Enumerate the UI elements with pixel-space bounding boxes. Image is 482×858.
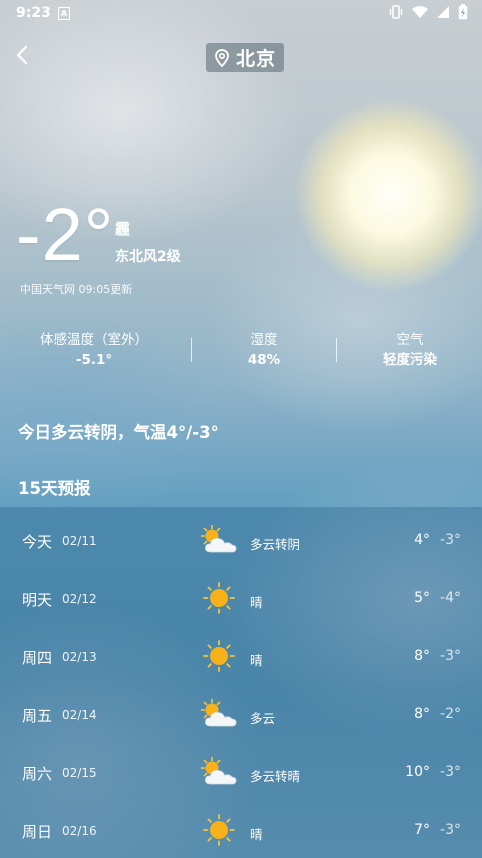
sunny-icon [203,814,235,846]
update-info: 中国天气网 09:05更新 [20,283,133,296]
forecast-high: 10° [405,764,430,780]
forecast-row[interactable]: 今天 02/11 多云转阴 4° -3° [0,511,482,569]
weather-screen: 9:23 A 北京 -2° 霾 东北风2级 中国天气网 09:05更新 体感温度… [0,0,482,858]
forecast-day: 周六 [22,765,53,783]
forecast-list: 今天 02/11 多云转阴 4° -3° 明天 02/12 晴 5° -4° 周… [0,507,482,858]
current-temperature: -2° [16,193,115,276]
current-condition: 霾 [115,220,131,238]
sun-glow-decoration [296,100,482,290]
forecast-title: 15天预报 [18,479,91,498]
location-selector[interactable]: 北京 [206,43,285,72]
forecast-low: -3° [440,822,461,838]
daily-summary: 今日多云转阴，气温4°/-3° [18,423,219,442]
forecast-high: 5° [414,590,430,606]
detail-value: -5.1° [75,352,113,368]
detail-label: 体感温度（室外） [40,332,148,348]
detail-divider [336,338,337,362]
forecast-date: 02/13 [62,650,97,664]
back-button[interactable] [10,40,38,70]
vibrate-icon [389,5,403,19]
forecast-low: -3° [440,648,461,664]
detail-label: 湿度 [250,332,278,348]
notification-icon: A [58,7,70,20]
forecast-date: 02/16 [62,824,97,838]
forecast-day: 周四 [22,649,53,667]
cell-signal-icon [437,6,449,18]
detail-label: 空气 [396,332,424,348]
chevron-left-icon [16,45,28,65]
detail-humidity: 湿度 48% [214,330,314,370]
forecast-date: 02/14 [62,708,97,722]
sunny-icon [203,640,235,672]
details-row: 体感温度（室外） -5.1° 湿度 48% 空气 轻度污染 [0,330,482,374]
forecast-row[interactable]: 明天 02/12 晴 5° -4° [0,569,482,627]
forecast-low: -2° [440,706,461,722]
forecast-day: 周五 [22,707,53,725]
status-icons [388,4,468,20]
detail-value: 48% [247,352,281,368]
forecast-row[interactable]: 周五 02/14 多云 8° -2° [0,685,482,743]
forecast-date: 02/15 [62,766,97,780]
forecast-day: 周日 [22,823,53,841]
status-time: 9:23 [16,5,51,21]
forecast-high: 8° [414,706,430,722]
partly-cloudy-icon [200,756,237,785]
forecast-high: 7° [414,822,430,838]
forecast-row[interactable]: 周六 02/15 多云转晴 10° -3° [0,743,482,801]
detail-feels-like: 体感温度（室外） -5.1° [24,330,164,370]
forecast-day: 今天 [22,533,53,551]
forecast-date: 02/12 [62,592,97,606]
detail-air-quality: 空气 轻度污染 [360,330,460,370]
forecast-high: 4° [414,532,430,548]
city-name: 北京 [236,48,277,70]
forecast-row[interactable]: 周日 02/16 晴 7° -3° [0,801,482,858]
forecast-condition: 多云转晴 [250,769,301,784]
forecast-low: -3° [440,532,461,548]
forecast-row[interactable]: 周四 02/13 晴 8° -3° [0,627,482,685]
forecast-high: 8° [414,648,430,664]
battery-charging-icon [458,4,468,20]
status-bar: 9:23 A [0,0,482,26]
location-pin-icon [215,48,229,67]
sunny-icon [203,582,235,614]
partly-cloudy-icon [200,524,237,553]
forecast-condition: 多云 [250,711,276,726]
forecast-low: -3° [440,764,461,780]
forecast-condition: 多云转阴 [250,537,301,552]
detail-divider [191,338,192,362]
forecast-condition: 晴 [250,827,263,842]
forecast-condition: 晴 [250,595,263,610]
forecast-condition: 晴 [250,653,263,668]
forecast-low: -4° [440,590,461,606]
wifi-icon [412,6,428,18]
current-wind: 东北风2级 [115,249,181,265]
partly-cloudy-icon [200,698,237,727]
forecast-date: 02/11 [62,534,97,548]
forecast-day: 明天 [22,591,53,609]
detail-value: 轻度污染 [383,352,437,368]
